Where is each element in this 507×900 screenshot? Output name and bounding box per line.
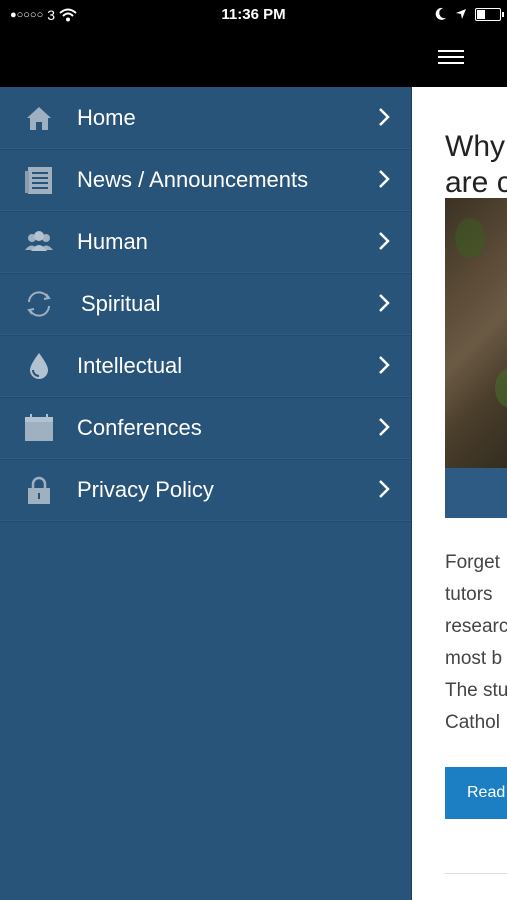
article-separator: [445, 873, 507, 874]
people-icon: [25, 231, 53, 251]
menu-item-label: Privacy Policy: [77, 477, 214, 502]
excerpt-line: Forget: [445, 552, 500, 573]
chevron-right-icon: [379, 356, 390, 374]
location-arrow-icon: [456, 9, 466, 19]
excerpt-line: The stu: [445, 680, 507, 701]
chevron-right-icon: [379, 418, 390, 436]
menu-item-intellectual[interactable]: Intellectual: [0, 335, 411, 397]
menu-item-human[interactable]: Human: [0, 211, 411, 273]
status-time: 11:36 PM: [221, 6, 286, 23]
cycle-icon: [27, 291, 51, 317]
lock-icon: [28, 476, 50, 504]
image-caption-bar: [445, 468, 507, 518]
menu-item-home[interactable]: Home: [0, 87, 411, 149]
article-content: Why are c Forget tutors researc most b T…: [412, 87, 507, 900]
article-title-line: Why: [445, 130, 505, 164]
excerpt-line: tutors: [445, 584, 493, 605]
drop-icon: [30, 353, 48, 379]
menu-item-conferences[interactable]: Conferences: [0, 397, 411, 459]
read-more-button[interactable]: Read: [445, 767, 507, 819]
battery-icon: [475, 7, 504, 21]
home-icon: [27, 107, 51, 130]
hamburger-menu-icon[interactable]: [438, 50, 464, 66]
chevron-right-icon: [379, 232, 390, 250]
menu-item-label: Conferences: [77, 415, 202, 440]
menu-item-spiritual[interactable]: Spiritual: [0, 273, 411, 335]
menu-item-label: Intellectual: [77, 353, 183, 378]
chevron-right-icon: [379, 108, 390, 126]
calendar-icon: [25, 414, 53, 441]
menu-item-privacy-policy[interactable]: Privacy Policy: [0, 459, 411, 521]
excerpt-line: Cathol: [445, 712, 500, 733]
chevron-right-icon: [379, 170, 390, 188]
article-title-line: are c: [445, 166, 507, 200]
excerpt-line: most b: [445, 648, 503, 669]
chevron-right-icon: [379, 480, 390, 498]
article-image[interactable]: [445, 198, 507, 468]
menu-item-label: News / Announcements: [77, 167, 309, 192]
moon-icon: [435, 7, 446, 20]
menu-item-news[interactable]: News / Announcements: [0, 149, 411, 211]
top-nav-bar: [0, 30, 507, 87]
menu-item-label: Home: [77, 105, 136, 130]
status-indicators: [435, 7, 504, 21]
chevron-right-icon: [379, 294, 390, 312]
side-menu: Home News / Announcements Human Spiritua…: [0, 87, 411, 900]
menu-item-label: Spiritual: [81, 291, 161, 316]
menu-item-label: Human: [77, 229, 148, 254]
article-excerpt: Forget tutors researc most b The stu Cat…: [445, 547, 507, 739]
document-icon: [25, 167, 52, 194]
excerpt-line: researc: [445, 616, 507, 637]
article-title[interactable]: Why are c: [445, 129, 507, 201]
status-bar: ●○○○○ 3 11:36 PM: [0, 0, 507, 30]
